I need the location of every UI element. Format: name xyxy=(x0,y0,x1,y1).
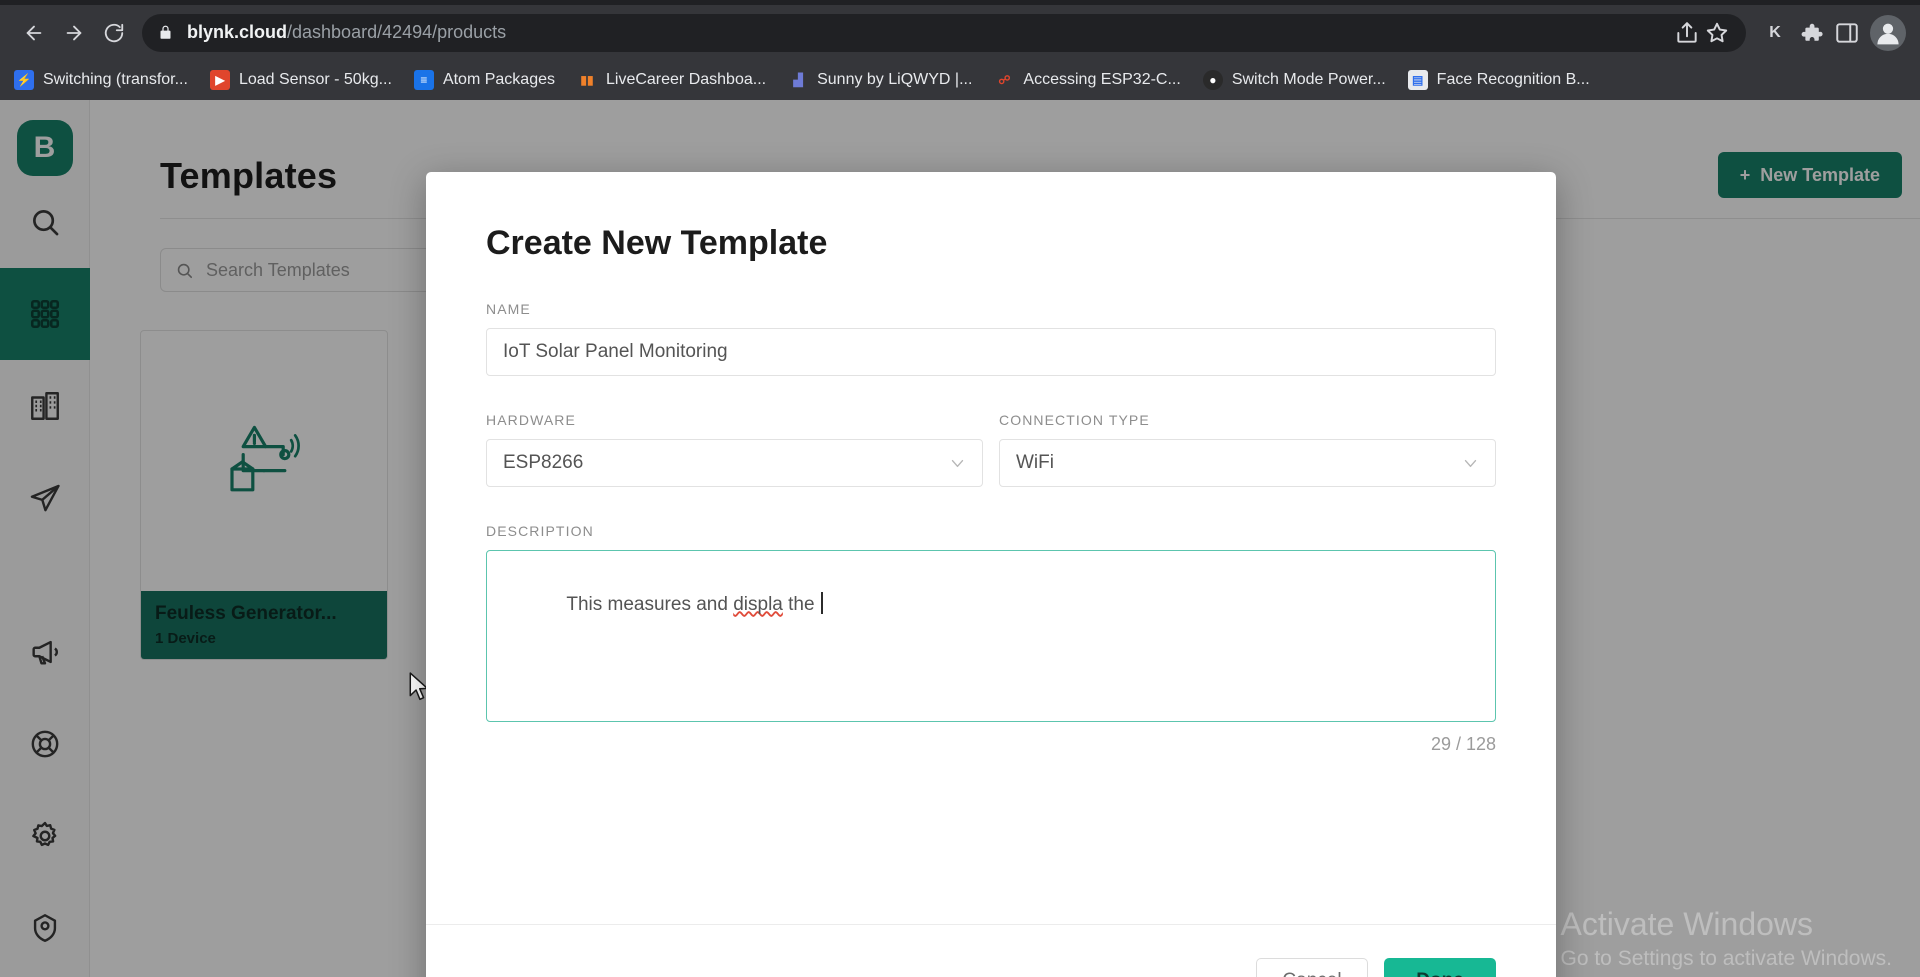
hardware-select[interactable]: ESP8266 xyxy=(486,439,983,487)
bookmark-label: Face Recognition B... xyxy=(1436,71,1590,88)
lock-icon xyxy=(160,25,171,39)
address-bar[interactable]: blynk.cloud/dashboard/42494/products xyxy=(142,13,1746,52)
bookmark-label: Atom Packages xyxy=(442,71,555,88)
bookmark-favicon: ▶ xyxy=(209,70,230,90)
side-panel-icon[interactable] xyxy=(1834,20,1860,46)
bookmark-label: Sunny by LiQWYD |... xyxy=(817,71,973,88)
star-icon[interactable] xyxy=(1704,20,1730,46)
bookmark-item[interactable]: ☍ Accessing ESP32-C... xyxy=(994,70,1180,90)
bookmark-favicon: ⚡ xyxy=(14,70,34,90)
connection-field-group: CONNECTION TYPE WiFi xyxy=(999,412,1496,487)
bookmark-favicon: ☍ xyxy=(998,73,1011,87)
browser-toolbar: blynk.cloud/dashboard/42494/products K xyxy=(0,5,1920,60)
browser-chrome: blynk.cloud/dashboard/42494/products K ⚡ xyxy=(0,0,1920,100)
create-template-dialog: Create New Template NAME HARDWARE ESP826… xyxy=(426,172,1556,977)
chevron-down-icon xyxy=(951,459,964,467)
back-button[interactable] xyxy=(14,13,54,53)
reload-button[interactable] xyxy=(94,13,134,53)
bookmark-item[interactable]: ▶ Load Sensor - 50kg... xyxy=(209,70,392,90)
hardware-connection-row: HARDWARE ESP8266 CONNECTION TYPE WiFi xyxy=(486,412,1496,487)
connection-value: WiFi xyxy=(1016,452,1054,473)
dialog-title: Create New Template xyxy=(486,224,828,262)
description-textarea[interactable]: This measures and displa the xyxy=(486,550,1496,722)
description-field-group: DESCRIPTION This measures and displa the… xyxy=(486,523,1496,755)
hardware-value: ESP8266 xyxy=(503,452,584,473)
done-button[interactable]: Done xyxy=(1384,957,1496,977)
bookmark-favicon: ≡ xyxy=(413,70,434,90)
bookmark-label: Load Sensor - 50kg... xyxy=(238,71,392,88)
bookmark-label: LiveCareer Dashboa... xyxy=(606,71,767,88)
bookmark-item[interactable]: ● Switch Mode Power... xyxy=(1202,70,1386,90)
bookmark-favicon: ▮▮ xyxy=(580,73,594,87)
name-label: NAME xyxy=(486,301,531,317)
url-text: blynk.cloud/dashboard/42494/products xyxy=(187,22,506,43)
watermark-subtitle: Go to Settings to activate Windows. xyxy=(1560,947,1893,970)
url-path: /dashboard/42494/products xyxy=(287,22,507,42)
description-label: DESCRIPTION xyxy=(486,523,594,539)
hardware-field-group: HARDWARE ESP8266 xyxy=(486,412,983,487)
bookmark-favicon: ▟ xyxy=(793,73,803,87)
watermark-title: Activate Windows xyxy=(1560,906,1814,942)
toolbar-extension-icons: K xyxy=(1756,14,1906,51)
template-name-input[interactable] xyxy=(486,328,1496,376)
bookmark-item[interactable]: ▮▮ LiveCareer Dashboa... xyxy=(577,70,766,90)
description-text-after: the xyxy=(782,593,820,615)
bookmark-item[interactable]: ▟ Sunny by LiQWYD |... xyxy=(788,70,972,90)
cancel-button[interactable]: Cancel xyxy=(1256,957,1368,977)
chevron-down-icon xyxy=(1464,459,1477,467)
puzzle-icon[interactable] xyxy=(1798,20,1824,46)
description-misspelled-word: displa xyxy=(733,593,783,615)
forward-button[interactable] xyxy=(54,13,94,53)
text-caret xyxy=(820,591,823,614)
connection-type-select[interactable]: WiFi xyxy=(999,439,1496,487)
description-text-before: This measures and xyxy=(566,593,734,615)
bookmark-favicon: ● xyxy=(1202,70,1223,90)
description-char-counter: 29 / 128 xyxy=(1430,734,1496,754)
bookmarks-bar: ⚡ Switching (transfor... ▶ Load Sensor -… xyxy=(0,60,1920,100)
activate-windows-watermark: Activate Windows Go to Settings to activ… xyxy=(1561,906,1893,971)
app-viewport: B Templates + New Template Search Templa… xyxy=(0,100,1920,977)
bookmark-label: Accessing ESP32-C... xyxy=(1023,71,1181,88)
profile-avatar-icon[interactable] xyxy=(1870,14,1906,51)
url-domain: blynk.cloud xyxy=(187,22,288,42)
dialog-body: Create New Template NAME HARDWARE ESP826… xyxy=(426,172,1556,924)
bookmark-item[interactable]: ⚡ Switching (transfor... xyxy=(14,70,188,90)
bookmark-label: Switching (transfor... xyxy=(43,71,188,88)
extension-k-icon[interactable]: K xyxy=(1762,20,1788,46)
hardware-label: HARDWARE xyxy=(486,412,576,428)
bookmark-item[interactable]: ≡ Atom Packages xyxy=(413,70,555,90)
connection-label: CONNECTION TYPE xyxy=(999,412,1150,428)
name-field-group: NAME xyxy=(486,301,1496,376)
bookmark-label: Switch Mode Power... xyxy=(1231,71,1386,88)
dialog-footer: Cancel Done xyxy=(426,924,1556,977)
share-icon[interactable] xyxy=(1674,20,1700,46)
bookmark-item[interactable]: ▤ Face Recognition B... xyxy=(1407,70,1590,90)
bookmark-favicon: ▤ xyxy=(1407,70,1428,90)
